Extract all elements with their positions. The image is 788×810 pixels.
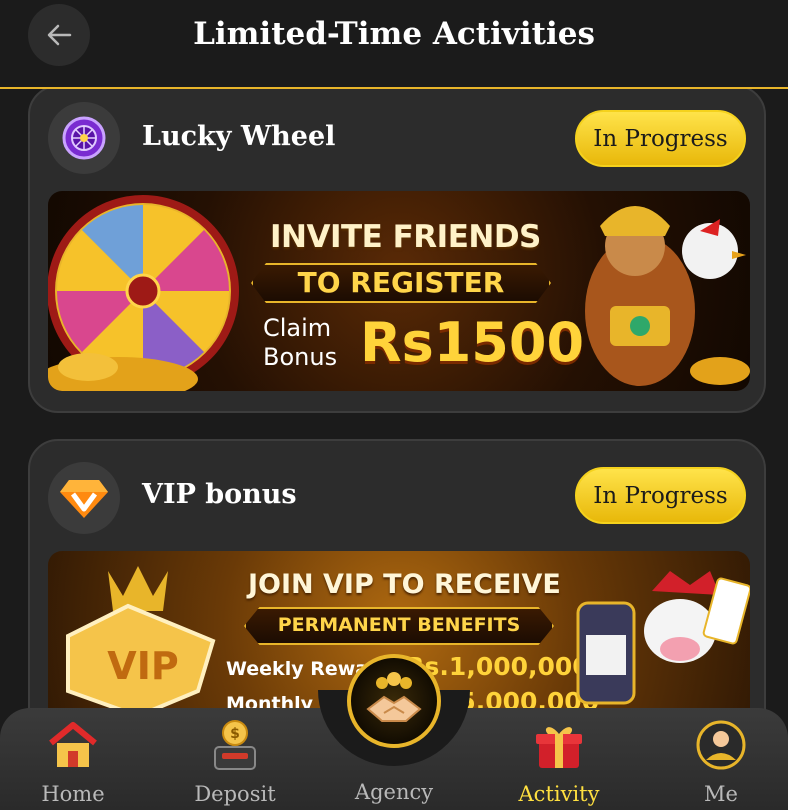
lucky-wheel-icon <box>48 102 120 174</box>
activity-banner[interactable]: INVITE FRIENDS TO REGISTER Claim Bonus R… <box>48 191 750 391</box>
vip-diamond-icon <box>48 462 120 534</box>
agency-button[interactable] <box>347 654 441 748</box>
warrior-character-graphic <box>585 206 750 386</box>
gift-icon <box>532 718 586 772</box>
banner-amount: Rs1500 <box>360 311 585 374</box>
activity-title: Lucky Wheel <box>142 121 336 152</box>
agency-handshake-icon <box>366 672 422 722</box>
nav-item-me[interactable]: Me <box>661 718 781 808</box>
bottom-nav: Home $ Deposit Agency Activity Me <box>0 654 788 810</box>
nav-label: Me <box>704 782 738 806</box>
banner-claim-text: Claim Bonus <box>263 314 337 372</box>
nav-label: Deposit <box>194 782 276 806</box>
status-button[interactable]: In Progress <box>575 467 746 524</box>
home-icon <box>46 718 100 772</box>
vip-badge-text: VIP <box>107 644 178 688</box>
nav-label: Home <box>41 782 105 806</box>
banner-headline: INVITE FRIENDS <box>270 219 541 255</box>
nav-label: Activity <box>518 782 600 806</box>
banner-subheadline: PERMANENT BENEFITS <box>277 614 521 636</box>
banner-headline: JOIN VIP TO RECEIVE <box>248 569 561 600</box>
claim-text: Claim <box>263 314 332 342</box>
profile-icon <box>694 718 748 772</box>
svg-text:$: $ <box>230 726 240 742</box>
status-button[interactable]: In Progress <box>575 110 746 167</box>
page-title: Limited-Time Activities <box>193 16 595 52</box>
prize-wheel-graphic <box>48 195 239 391</box>
banner-subheadline: TO REGISTER <box>297 266 505 299</box>
app-header: Limited-Time Activities <box>0 0 788 89</box>
activity-card-lucky-wheel[interactable]: Lucky Wheel In Progress INVITE FRIENDS T… <box>28 89 766 413</box>
deposit-icon: $ <box>208 718 262 772</box>
bonus-text: Bonus <box>263 343 338 371</box>
nav-label-agency[interactable]: Agency <box>337 780 451 804</box>
nav-item-activity[interactable]: Activity <box>499 718 619 808</box>
activity-title: VIP bonus <box>142 479 297 510</box>
nav-item-deposit[interactable]: $ Deposit <box>175 718 295 808</box>
nav-item-home[interactable]: Home <box>13 718 133 808</box>
